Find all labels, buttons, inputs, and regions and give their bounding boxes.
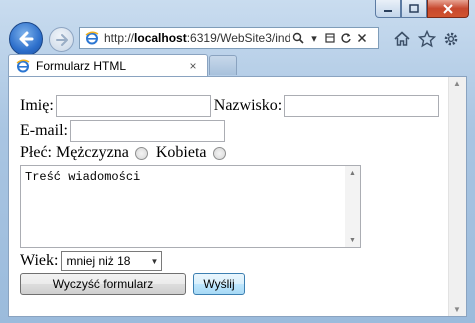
new-tab-button[interactable] — [209, 55, 237, 75]
browser-window: http://localhost:6319/WebSite3/inde ▾ Fo… — [0, 0, 475, 323]
email-row: E-mail: — [20, 120, 225, 142]
compatibility-view-icon[interactable] — [322, 29, 338, 47]
last-name-input[interactable] — [284, 95, 440, 117]
tab-title: Formularz HTML — [36, 58, 127, 73]
message-scrollbar[interactable]: ▲ ▼ — [345, 166, 360, 247]
close-window-button[interactable] — [427, 0, 469, 18]
age-label: Wiek: — [20, 252, 59, 269]
scroll-up-icon[interactable]: ▲ — [453, 79, 461, 88]
favorites-star-icon[interactable] — [417, 29, 437, 49]
message-textarea[interactable]: Treść wiadomości ▲ ▼ — [20, 165, 361, 248]
gender-male-label: Mężczyzna — [56, 144, 129, 161]
back-button[interactable] — [9, 22, 43, 56]
button-row: Wyczyść formularz Wyślij — [20, 273, 245, 295]
age-row: Wiek: mniej niż 18 ▼ — [20, 251, 163, 271]
chevron-down-icon: ▼ — [150, 256, 159, 266]
arrow-left-icon — [19, 31, 34, 47]
stop-icon[interactable] — [354, 29, 370, 47]
minimize-icon — [384, 9, 392, 12]
first-name-label: Imię: — [20, 97, 54, 114]
gear-icon[interactable] — [441, 29, 461, 49]
tab-close-icon[interactable]: × — [185, 59, 201, 73]
gender-female-label: Kobieta — [155, 144, 207, 161]
window-caption-buttons — [375, 0, 469, 20]
gender-label: Płeć: — [20, 144, 52, 161]
search-icon[interactable] — [290, 29, 306, 47]
tab-formularz[interactable]: Formularz HTML × — [8, 54, 208, 76]
email-field[interactable] — [69, 120, 225, 142]
last-name-label: Nazwisko: — [213, 97, 283, 114]
gender-female-radio[interactable] — [212, 146, 226, 160]
page-scrollbar[interactable]: ▲ ▼ — [448, 77, 466, 316]
gender-male-radio[interactable] — [134, 146, 148, 160]
gender-row: Płeć: Mężczyzna Kobieta — [20, 144, 230, 162]
email-label: E-mail: — [20, 122, 68, 139]
address-bar[interactable]: http://localhost:6319/WebSite3/inde ▾ — [79, 27, 379, 49]
arrow-right-icon — [55, 33, 68, 46]
maximize-button[interactable] — [401, 0, 427, 18]
page-content: Imię: Nazwisko: E-mail: Płeć: Mężczyzna … — [8, 76, 467, 317]
scroll-up-icon[interactable]: ▲ — [349, 169, 356, 177]
scroll-down-icon[interactable]: ▼ — [453, 305, 461, 314]
minimize-button[interactable] — [375, 0, 401, 18]
url-text[interactable]: http://localhost:6319/WebSite3/inde — [104, 31, 290, 45]
first-name-input[interactable] — [55, 95, 211, 117]
name-row: Imię: Nazwisko: — [20, 95, 440, 117]
age-selected-value: mniej niż 18 — [66, 254, 131, 268]
message-text: Treść wiadomości — [25, 170, 141, 184]
reset-button[interactable]: Wyczyść formularz — [20, 273, 186, 295]
forward-button[interactable] — [49, 27, 74, 52]
age-select[interactable]: mniej niż 18 ▼ — [61, 251, 163, 271]
refresh-icon[interactable] — [338, 29, 354, 47]
maximize-icon — [409, 3, 419, 13]
home-icon[interactable] — [392, 29, 412, 49]
send-button[interactable]: Wyślij — [193, 273, 245, 295]
scroll-down-icon[interactable]: ▼ — [349, 236, 356, 244]
ie-logo-icon — [84, 30, 100, 46]
ie-logo-icon — [15, 58, 31, 74]
dropdown-chevron-icon[interactable]: ▾ — [306, 29, 322, 47]
close-icon — [443, 3, 453, 14]
